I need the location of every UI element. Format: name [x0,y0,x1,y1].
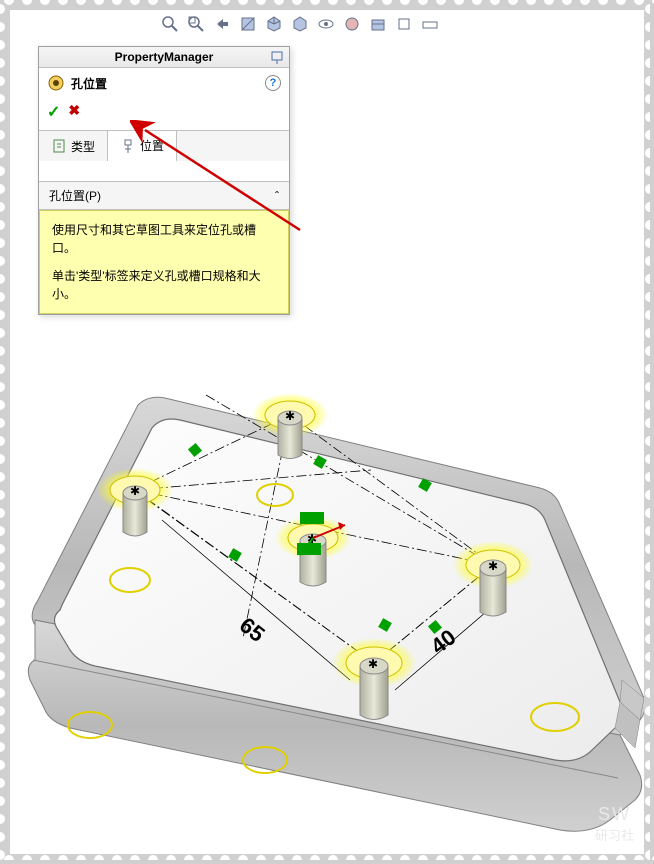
view-orient-icon[interactable] [264,14,284,34]
svg-text:✱: ✱ [368,657,378,671]
display-style-icon[interactable] [290,14,310,34]
apply-scene-icon[interactable] [368,14,388,34]
prev-view-icon[interactable] [212,14,232,34]
section-view-icon[interactable] [238,14,258,34]
info-text-1: 使用尺寸和其它草图工具来定位孔或槽口。 [52,221,276,257]
hide-show-icon[interactable] [316,14,336,34]
svg-text:✱: ✱ [130,484,140,498]
zoom-fit-icon[interactable] [160,14,180,34]
pin-icon[interactable] [269,49,285,65]
section-header[interactable]: 孔位置(P) ˆ [39,181,289,210]
feature-title-row: 孔位置 ? [39,68,289,98]
watermark-text: 研习社 [595,825,634,844]
tab-position[interactable]: 位置 [108,131,177,162]
watermark-sw: SW [595,804,634,825]
info-text-2: 单击'类型'标签来定义孔或槽口规格和大小。 [52,267,276,303]
hole-wizard-icon [47,74,65,92]
feature-title: 孔位置 [71,75,259,92]
info-box: 使用尺寸和其它草图工具来定位孔或槽口。 单击'类型'标签来定义孔或槽口规格和大小… [39,210,289,314]
view-toolbar [160,14,440,34]
ok-button[interactable]: ✓ [47,102,60,122]
svg-text:✱: ✱ [285,409,295,423]
tab-position-label: 位置 [140,137,164,154]
zoom-area-icon[interactable] [186,14,206,34]
collapse-icon[interactable]: ˆ [275,189,279,203]
tabs: 类型 位置 [39,130,289,161]
svg-text:✱: ✱ [488,559,498,573]
section-title: 孔位置(P) [49,187,101,204]
property-manager-panel: PropertyManager 孔位置 ? ✓ ✖ 类型 位置 孔位置(P) ˆ… [38,46,290,315]
tab-type[interactable]: 类型 [39,131,108,161]
more-icon[interactable] [420,14,440,34]
action-row: ✓ ✖ [39,98,289,130]
panel-header: PropertyManager [39,47,289,68]
tab-type-label: 类型 [71,138,95,155]
view-settings-icon[interactable] [394,14,414,34]
panel-title: PropertyManager [115,50,214,64]
edit-appearance-icon[interactable] [342,14,362,34]
cancel-button[interactable]: ✖ [68,102,80,122]
help-icon[interactable]: ? [265,75,281,91]
watermark: SW 研习社 [595,804,634,844]
